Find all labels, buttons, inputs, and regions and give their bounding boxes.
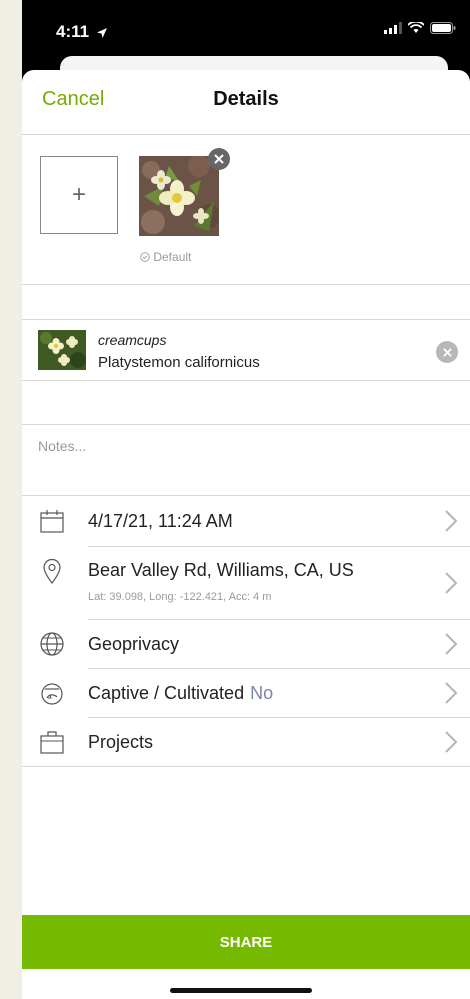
clear-species-button[interactable] <box>436 341 458 363</box>
chevron-right-icon <box>445 510 458 532</box>
details-sheet: Cancel Details + Default creamcups Platy… <box>22 70 470 999</box>
briefcase-icon <box>40 731 64 754</box>
nav-bar: Cancel Details <box>22 70 470 135</box>
chevron-right-icon <box>445 731 458 753</box>
date-row[interactable]: 4/17/21, 11:24 AM <box>22 496 470 546</box>
photo-thumbnail[interactable] <box>139 156 219 236</box>
species-thumbnail <box>38 330 86 370</box>
species-scientific-name: Platystemon californicus <box>98 354 260 371</box>
species-photo <box>38 330 86 370</box>
status-bar: 4:11 <box>22 0 470 62</box>
chevron-right-icon <box>445 572 458 594</box>
battery-icon <box>430 22 456 34</box>
captive-label: Captive / Cultivated No <box>88 683 273 704</box>
chevron-right-icon <box>445 633 458 655</box>
phone-screen: 4:11 Cancel Details + Default creamcups … <box>22 0 470 999</box>
add-photo-label: + <box>71 181 86 208</box>
divider <box>22 380 470 381</box>
captive-label-text: Captive / Cultivated <box>88 683 245 703</box>
date-label: 4/17/21, 11:24 AM <box>88 511 233 531</box>
default-photo-text: Default <box>153 250 192 264</box>
geoprivacy-row[interactable]: Geoprivacy <box>22 620 470 668</box>
close-icon <box>442 347 452 357</box>
captive-value: No <box>250 683 274 703</box>
captive-row[interactable]: Captive / Cultivated No <box>22 669 470 717</box>
chevron-right-icon <box>445 682 458 704</box>
globe-icon <box>40 632 64 656</box>
captive-pot-icon <box>41 683 63 705</box>
add-photo-button[interactable]: + <box>40 156 118 234</box>
projects-label: Projects <box>88 732 154 752</box>
close-icon <box>214 154 224 164</box>
projects-row[interactable]: Projects <box>22 718 470 766</box>
divider <box>22 284 470 285</box>
divider <box>22 766 470 767</box>
share-button[interactable]: SHARE <box>22 915 470 969</box>
page-title: Details <box>213 88 279 110</box>
location-coordinates: Lat: 39.098, Long: -122.421, Acc: 4 m <box>88 591 272 603</box>
map-pin-icon <box>43 558 61 584</box>
species-common-name: creamcups <box>98 332 167 348</box>
remove-photo-button[interactable] <box>208 148 230 170</box>
geoprivacy-label: Geoprivacy <box>88 634 180 654</box>
default-photo-label: Default <box>140 250 191 264</box>
location-row[interactable]: Bear Valley Rd, Williams, CA, US Lat: 39… <box>22 547 470 619</box>
notes-field[interactable]: Notes... <box>38 438 86 454</box>
status-time-text: 4:11 <box>56 22 90 41</box>
status-time: 4:11 <box>56 22 108 42</box>
home-indicator <box>170 988 312 993</box>
photo-section: + Default <box>22 134 470 284</box>
signal-icon <box>384 22 402 34</box>
location-label: Bear Valley Rd, Williams, CA, US <box>88 560 354 580</box>
location-arrow-icon <box>96 27 107 38</box>
status-icons <box>384 22 456 34</box>
divider <box>22 424 470 425</box>
flower-photo <box>139 156 219 236</box>
calendar-icon <box>40 510 64 533</box>
species-row[interactable]: creamcups Platystemon californicus <box>22 320 470 380</box>
check-circle-icon <box>140 252 150 262</box>
wifi-icon <box>408 22 424 33</box>
